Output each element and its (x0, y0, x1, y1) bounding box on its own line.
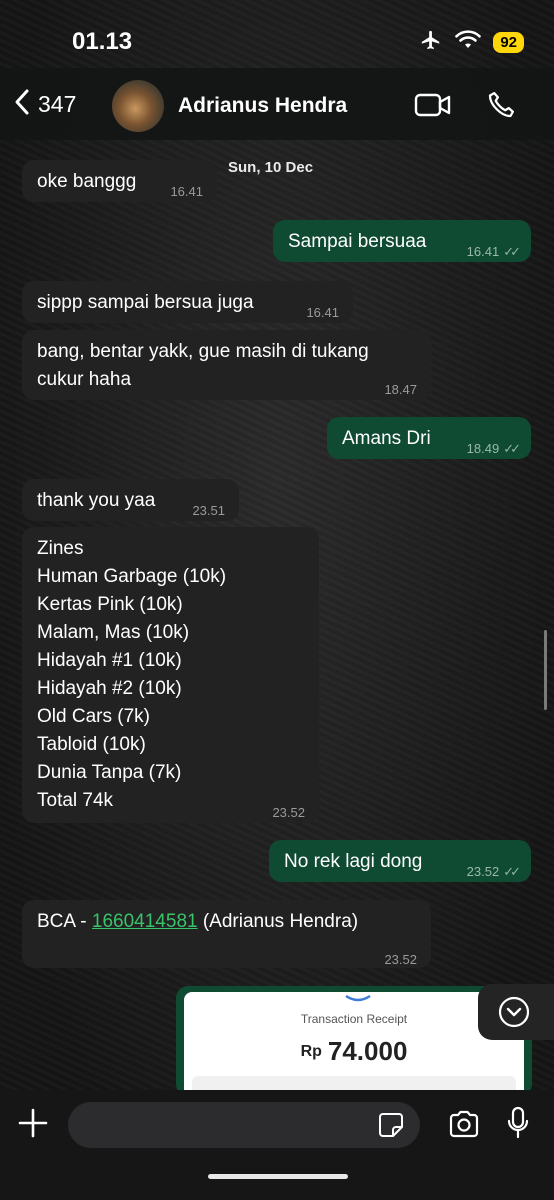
scrollbar[interactable] (544, 630, 547, 710)
plus-icon[interactable] (18, 1108, 48, 1143)
microphone-icon[interactable] (506, 1106, 530, 1145)
receipt-currency: Rp (300, 1042, 322, 1060)
message-incoming[interactable]: oke banggg 16.41 (22, 160, 217, 202)
message-text-line: Tabloid (10k) (37, 734, 146, 755)
message-text-line: cukur haha (37, 369, 132, 390)
chevron-left-icon (14, 88, 30, 121)
bank-logo-icon (345, 994, 371, 1002)
status-time: 01.13 (72, 28, 133, 55)
receipt-amount: Rp 74.000 (184, 1036, 524, 1067)
message-incoming[interactable]: Zines Human Garbage (10k) Kertas Pink (1… (22, 527, 319, 823)
message-incoming[interactable]: bang, bentar yakk, gue masih di tukang c… (22, 330, 431, 400)
message-text: sippp sampai bersua juga (37, 292, 254, 313)
message-outgoing[interactable]: Amans Dri 18.49 ✓✓ (327, 417, 531, 459)
message-time: 18.49 (466, 441, 500, 456)
battery-indicator: 92 (493, 32, 524, 53)
message-time: 16.41 (170, 184, 203, 199)
message-time: 16.41 (306, 305, 339, 320)
receipt-value: 74.000 (327, 1036, 408, 1066)
read-receipt-icon: ✓✓ (503, 244, 521, 259)
read-receipt-icon: ✓✓ (503, 441, 521, 456)
airplane-icon (419, 29, 443, 56)
message-text-line: Kertas Pink (10k) (37, 594, 183, 615)
message-incoming[interactable]: sippp sampai bersua juga 16.41 (22, 281, 353, 323)
wifi-icon (455, 30, 482, 55)
message-time: 18.47 (384, 382, 417, 397)
status-icons: 92 (419, 29, 524, 56)
composer-bar (0, 1090, 554, 1200)
unread-count: 347 (38, 91, 77, 117)
message-text-line: Zines (37, 538, 84, 559)
message-text: BCA - (37, 911, 92, 932)
read-receipt-icon: ✓✓ (503, 864, 521, 879)
message-text: thank you yaa (37, 490, 156, 511)
chevron-down-icon (498, 996, 530, 1028)
message-text: (Adrianus Hendra) (197, 911, 359, 932)
scroll-to-bottom-button[interactable] (478, 984, 554, 1040)
message-incoming[interactable]: thank you yaa 23.51 (22, 479, 239, 521)
avatar[interactable] (112, 80, 164, 132)
message-time: 23.52 (384, 952, 417, 967)
message-outgoing[interactable]: Sampai bersuaa 16.41 ✓✓ (273, 220, 531, 262)
camera-icon[interactable] (448, 1110, 480, 1143)
sticker-icon[interactable] (378, 1112, 404, 1143)
message-text-line: bang, bentar yakk, gue masih di tukang (37, 341, 369, 362)
message-text-line: Human Garbage (10k) (37, 566, 227, 587)
message-text-line: Hidayah #2 (10k) (37, 678, 182, 699)
home-indicator[interactable] (208, 1174, 348, 1179)
message-text: oke banggg (37, 171, 137, 192)
message-input[interactable] (68, 1102, 420, 1148)
account-number-link[interactable]: 1660414581 (92, 911, 198, 932)
receipt-title: Transaction Receipt (300, 1012, 408, 1026)
phone-icon[interactable] (486, 90, 516, 125)
message-text-line: Total 74k (37, 790, 114, 811)
message-incoming[interactable]: BCA - 1660414581 (Adrianus Hendra) 23.52 (22, 900, 431, 968)
message-text-line: Dunia Tanpa (7k) (37, 762, 182, 783)
message-text-line: Hidayah #1 (10k) (37, 650, 182, 671)
message-text: No rek lagi dong (284, 851, 423, 872)
message-time: 23.52 (272, 805, 305, 820)
back-button[interactable]: 347 (14, 88, 76, 121)
message-time: 23.51 (192, 503, 225, 518)
message-outgoing[interactable]: No rek lagi dong 23.52 ✓✓ (269, 840, 531, 882)
chat-header: 347 Adrianus Hendra (0, 68, 554, 140)
message-time: 23.52 (466, 864, 500, 879)
message-text: Sampai bersuaa (288, 231, 427, 252)
receipt-card: Transaction Receipt Rp 74.000 (184, 992, 524, 1096)
video-call-icon[interactable] (414, 92, 452, 123)
contact-name[interactable]: Adrianus Hendra (178, 94, 347, 118)
message-time: 16.41 (466, 244, 500, 259)
message-text: Amans Dri (342, 428, 431, 449)
message-text-line: Malam, Mas (10k) (37, 622, 190, 643)
message-text-line: Old Cars (7k) (37, 706, 150, 727)
date-separator: Sun, 10 Dec (228, 159, 314, 176)
